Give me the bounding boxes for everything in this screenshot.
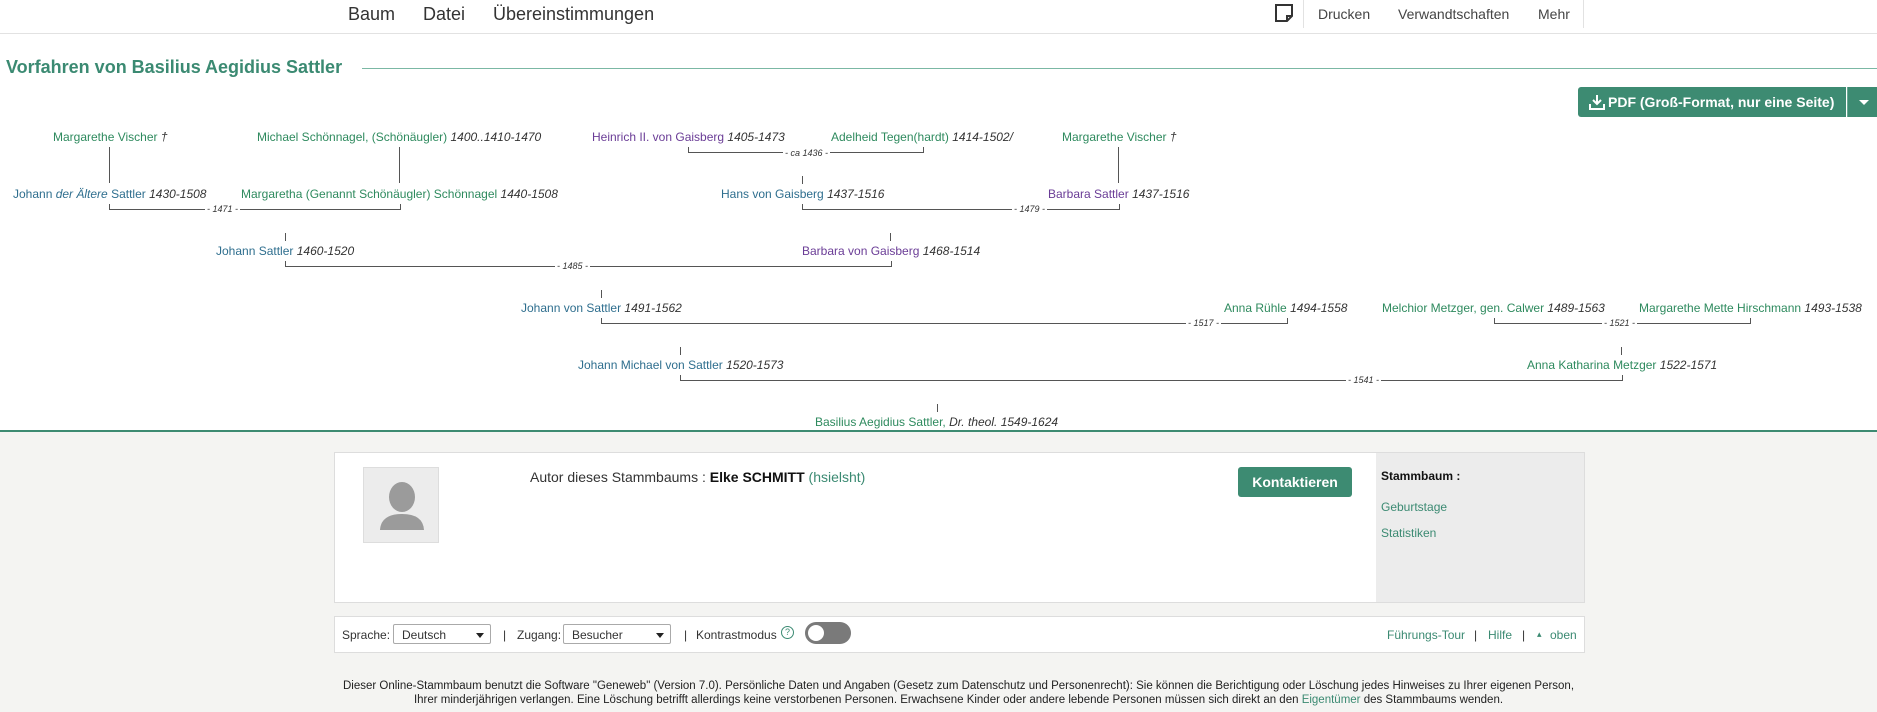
access-label: Zugang: [517, 628, 562, 642]
access-select-value: Besucher [572, 628, 623, 642]
person-silhouette-icon [364, 468, 438, 542]
marriage-date: - 1485 - [555, 261, 591, 271]
pdf-options-toggle[interactable] [1847, 87, 1877, 117]
person-melchior-metzger[interactable]: Melchior Metzger, gen. Calwer 1489-1563 [1382, 301, 1605, 315]
language-label: Sprache: [342, 628, 391, 642]
owner-link[interactable]: Eigentümer [1302, 694, 1361, 706]
separator: | [1522, 628, 1526, 642]
person-johann-der-aeltere-sattler[interactable]: Johann der Ältere Sattler 1430-1508 [13, 187, 206, 201]
person-hans-von-gaisberg[interactable]: Hans von Gaisberg 1437-1516 [721, 187, 884, 201]
pdf-download-button[interactable]: PDF (Groß-Format, nur eine Seite) [1578, 87, 1846, 117]
top-navigation: Baum Datei Übereinstimmungen Drucken Ver… [0, 0, 1877, 34]
marriage-date: - 1521 - [1602, 318, 1638, 328]
tree-connector [285, 233, 286, 241]
person-margarethe-mette-hirschmann[interactable]: Margarethe Mette Hirschmann 1493-1538 [1639, 301, 1862, 315]
sidebar-link-geburtstage[interactable]: Geburtstage [1381, 500, 1447, 514]
ancestor-tree: Margarethe Vischer † Michael Schönnagel,… [0, 118, 1877, 429]
pdf-button-label: PDF (Groß-Format, nur eine Seite) [1608, 94, 1835, 110]
page-title: Vorfahren von Basilius Aegidius Sattler [6, 57, 343, 77]
arrow-up-icon: ▴ [1537, 629, 1542, 639]
nav-verwandtschaften[interactable]: Verwandtschaften [1398, 6, 1509, 22]
toggle-knob [808, 625, 824, 641]
separator: | [684, 628, 688, 642]
person-anna-ruehle[interactable]: Anna Rühle 1494-1558 [1224, 301, 1347, 315]
contrast-label: Kontrastmodus [696, 628, 777, 642]
nav-mehr[interactable]: Mehr [1538, 6, 1570, 22]
marriage-date: - ca 1436 - [783, 148, 831, 158]
marriage-connector [109, 204, 401, 210]
chevron-down-icon [476, 633, 484, 638]
author-name: Elke SCHMITT [709, 469, 805, 485]
tree-connector [890, 233, 891, 241]
tree-connector [109, 147, 110, 183]
help-link[interactable]: Hilfe [1488, 628, 1512, 642]
marriage-date: - 1517 - [1186, 318, 1222, 328]
tour-link[interactable]: Führungs-Tour [1387, 628, 1465, 642]
nav-baum[interactable]: Baum [348, 4, 395, 25]
marriage-connector [601, 318, 1288, 324]
settings-bar: Sprache: Deutsch | Zugang: Besucher | Ko… [334, 616, 1585, 653]
author-label: Autor dieses Stammbaums : [530, 469, 706, 485]
language-select[interactable]: Deutsch [393, 624, 491, 644]
tree-connector [802, 176, 803, 184]
nav-divider [1583, 0, 1584, 28]
caret-down-icon [1859, 100, 1869, 105]
help-circle-icon[interactable]: ? [781, 626, 794, 639]
author-login-link[interactable]: (hsielsht) [809, 469, 866, 485]
marriage-connector [680, 375, 1623, 381]
avatar [363, 467, 439, 543]
person-johann-sattler[interactable]: Johann Sattler 1460-1520 [216, 244, 354, 258]
person-michael-schoennagel[interactable]: Michael Schönnagel, (Schönäugler) 1400..… [257, 130, 541, 144]
person-johann-von-sattler[interactable]: Johann von Sattler 1491-1562 [521, 301, 682, 315]
contrast-toggle[interactable] [805, 622, 851, 644]
person-basilius-aegidius-sattler[interactable]: Basilius Aegidius Sattler, Dr. theol. 15… [815, 415, 1058, 429]
nav-divider [1303, 0, 1304, 28]
separator: | [503, 628, 507, 642]
marriage-date: - 1541 - [1346, 375, 1382, 385]
tree-sidebar: Stammbaum : Geburtstage Statistiken [1376, 453, 1584, 602]
nav-datei[interactable]: Datei [423, 4, 465, 25]
person-margarethe-vischer-2[interactable]: Margarethe Vischer † [1062, 130, 1177, 144]
tree-connector [601, 290, 602, 298]
download-icon [1589, 95, 1605, 110]
person-margarethe-vischer-1[interactable]: Margarethe Vischer † [53, 130, 168, 144]
sidebar-heading: Stammbaum : [1381, 469, 1461, 483]
disclaimer-text-end: des Stammbaums wenden. [1360, 694, 1504, 706]
tree-connector [680, 347, 681, 355]
marriage-date: - 1479 - [1012, 204, 1048, 214]
nav-uebereinstimmungen[interactable]: Übereinstimmungen [493, 4, 654, 25]
nav-drucken[interactable]: Drucken [1318, 6, 1370, 22]
top-link[interactable]: oben [1550, 628, 1577, 642]
chevron-down-icon [656, 633, 664, 638]
person-johann-michael-von-sattler[interactable]: Johann Michael von Sattler 1520-1573 [578, 358, 783, 372]
person-barbara-sattler[interactable]: Barbara Sattler 1437-1516 [1048, 187, 1189, 201]
person-heinrich-ii-von-gaisberg[interactable]: Heinrich II. von Gaisberg 1405-1473 [592, 130, 785, 144]
marriage-connector [802, 204, 1120, 210]
tree-connector [937, 404, 938, 412]
tree-connector [399, 147, 400, 183]
marriage-date: - 1471 - [205, 204, 241, 214]
language-select-value: Deutsch [402, 628, 447, 642]
person-adelheid-tegen[interactable]: Adelheid Tegen(hardt) 1414-1502/ [831, 130, 1013, 144]
person-barbara-von-gaisberg[interactable]: Barbara von Gaisberg 1468-1514 [802, 244, 980, 258]
title-divider [362, 68, 1877, 69]
sidebar-link-statistiken[interactable]: Statistiken [1381, 526, 1436, 540]
person-anna-katharina-metzger[interactable]: Anna Katharina Metzger 1522-1571 [1527, 358, 1717, 372]
privacy-disclaimer: Dieser Online-Stammbaum benutzt die Soft… [330, 679, 1587, 707]
person-margaretha-schoennagel[interactable]: Margaretha (Genannt Schönäugler) Schönna… [241, 187, 558, 201]
sticky-note-icon[interactable] [1274, 3, 1294, 23]
access-select[interactable]: Besucher [563, 624, 671, 644]
tree-connector [1118, 147, 1119, 183]
contact-button[interactable]: Kontaktieren [1238, 467, 1352, 497]
author-info: Autor dieses Stammbaums : Elke SCHMITT (… [530, 469, 865, 485]
author-card: Autor dieses Stammbaums : Elke SCHMITT (… [334, 452, 1585, 603]
tree-connector [1621, 347, 1622, 355]
separator: | [1474, 628, 1478, 642]
